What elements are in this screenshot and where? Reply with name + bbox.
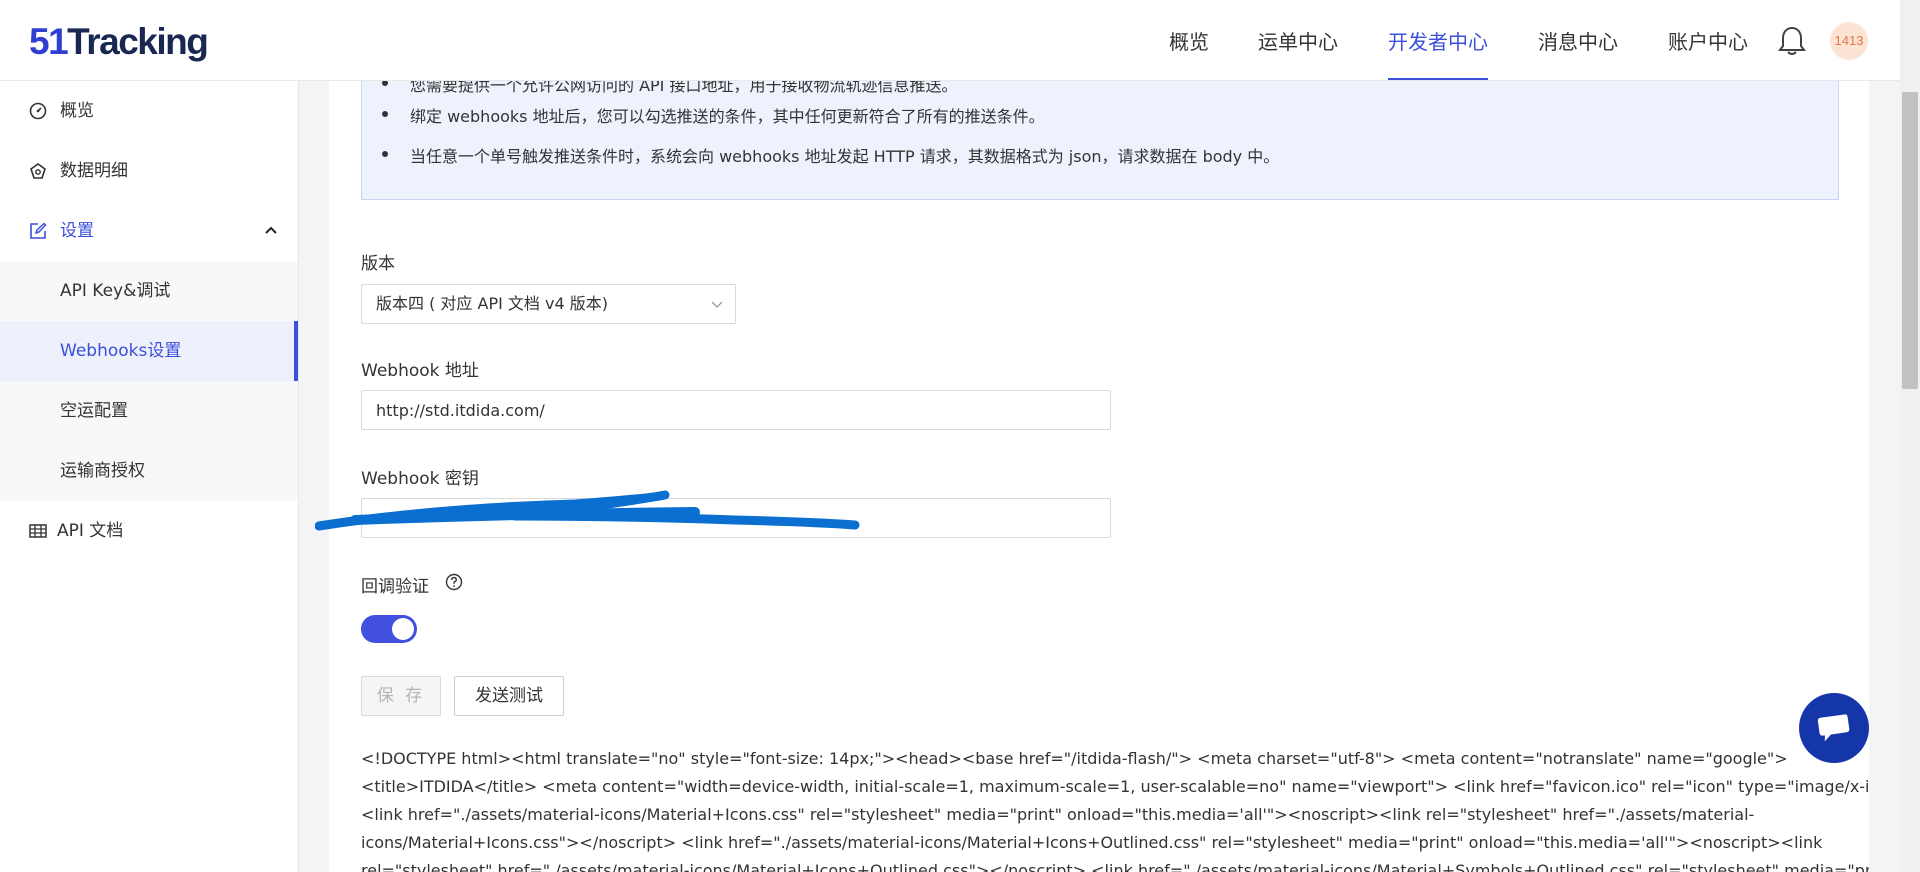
sidebar-item-api-key[interactable]: API Key&调试 <box>0 261 298 321</box>
chat-icon <box>1817 714 1850 742</box>
sidebar-item-label: 数据明细 <box>60 161 128 181</box>
webhook-url-label: Webhook 地址 <box>361 361 479 381</box>
redaction-scribble <box>315 490 860 531</box>
code-line: <!DOCTYPE html><html translate="no" styl… <box>361 749 1788 768</box>
nav-account-center[interactable]: 账户中心 <box>1668 0 1748 80</box>
data-icon <box>30 163 46 179</box>
table-icon <box>29 524 47 538</box>
code-line: icons/Material+Icons.css"></noscript> <l… <box>361 833 1823 852</box>
sidebar-item-label: 设置 <box>60 221 94 241</box>
nav-overview[interactable]: 概览 <box>1169 0 1209 80</box>
bell-icon[interactable] <box>1777 25 1807 57</box>
sidebar-item-label: 运输商授权 <box>60 461 145 481</box>
logo[interactable]: 51Tracking <box>29 20 209 64</box>
nav-developer-center[interactable]: 开发者中心 <box>1388 0 1488 80</box>
scrollbar-thumb[interactable] <box>1902 92 1918 389</box>
help-icon[interactable] <box>445 573 463 591</box>
sidebar-item-overview[interactable]: 概览 <box>0 81 298 141</box>
avatar[interactable]: 1413 <box>1830 22 1868 60</box>
info-line: 您需要提供一个允许公网访问的 API 接口地址，用于接收物流轨迹信息推送。 <box>382 81 958 96</box>
code-line: <title>ITDIDA</title> <meta content="wid… <box>361 777 1869 796</box>
nav-waybill-center[interactable]: 运单中心 <box>1258 0 1338 80</box>
info-line: 当任意一个单号触发推送条件时，系统会向 webhooks 地址发起 HTTP 请… <box>382 143 1279 167</box>
sidebar-item-label: 空运配置 <box>60 401 128 421</box>
version-select-value: 版本四 ( 对应 API 文档 v4 版本) <box>376 294 608 313</box>
sidebar-item-data-detail[interactable]: 数据明细 <box>0 141 298 201</box>
top-header: 51Tracking 概览 运单中心 开发者中心 消息中心 账户中心 1413 <box>0 0 1900 81</box>
toggle-knob <box>392 618 414 640</box>
code-line: <link href="./assets/material-icons/Mate… <box>361 805 1755 824</box>
version-label: 版本 <box>361 254 395 274</box>
main-content: 您需要提供一个允许公网访问的 API 接口地址，用于接收物流轨迹信息推送。 绑定… <box>329 81 1869 872</box>
callback-verify-toggle[interactable] <box>361 615 417 643</box>
webhook-secret-label: Webhook 密钥 <box>361 469 479 489</box>
info-line: 绑定 webhooks 地址后，您可以勾选推送的条件，其中任何更新符合了所有的推… <box>382 103 1045 127</box>
chevron-up-icon <box>265 226 277 234</box>
chevron-down-icon <box>711 301 723 308</box>
version-select[interactable]: 版本四 ( 对应 API 文档 v4 版本) <box>361 284 736 324</box>
sidebar-item-carrier-auth[interactable]: 运输商授权 <box>0 441 298 501</box>
chat-button[interactable] <box>1799 693 1869 763</box>
sidebar-item-label: 概览 <box>60 101 94 121</box>
dashboard-icon <box>29 102 47 120</box>
sidebar-item-label: API Key&调试 <box>60 281 171 301</box>
callback-verify-label: 回调验证 <box>361 577 429 597</box>
code-line: rel="stylesheet" href="./assets/material… <box>361 861 1869 872</box>
html-source-output: <!DOCTYPE html><html translate="no" styl… <box>361 745 1869 872</box>
edit-icon <box>30 222 47 239</box>
sidebar: 概览 数据明细 设置 API Key&调试 Webhooks设置 空运配置 运输… <box>0 81 299 872</box>
sidebar-item-settings[interactable]: 设置 <box>0 201 298 261</box>
webhook-url-input[interactable] <box>361 390 1111 430</box>
sidebar-item-air-config[interactable]: 空运配置 <box>0 381 298 441</box>
send-test-button[interactable]: 发送测试 <box>454 676 564 716</box>
sidebar-item-label: API 文档 <box>57 521 124 541</box>
sidebar-item-webhooks[interactable]: Webhooks设置 <box>0 321 298 381</box>
save-button[interactable]: 保 存 <box>361 676 441 716</box>
info-box: 您需要提供一个允许公网访问的 API 接口地址，用于接收物流轨迹信息推送。 绑定… <box>361 81 1839 200</box>
sidebar-item-label: Webhooks设置 <box>60 341 182 361</box>
sidebar-item-api-docs[interactable]: API 文档 <box>0 501 298 561</box>
nav-message-center[interactable]: 消息中心 <box>1538 0 1618 80</box>
